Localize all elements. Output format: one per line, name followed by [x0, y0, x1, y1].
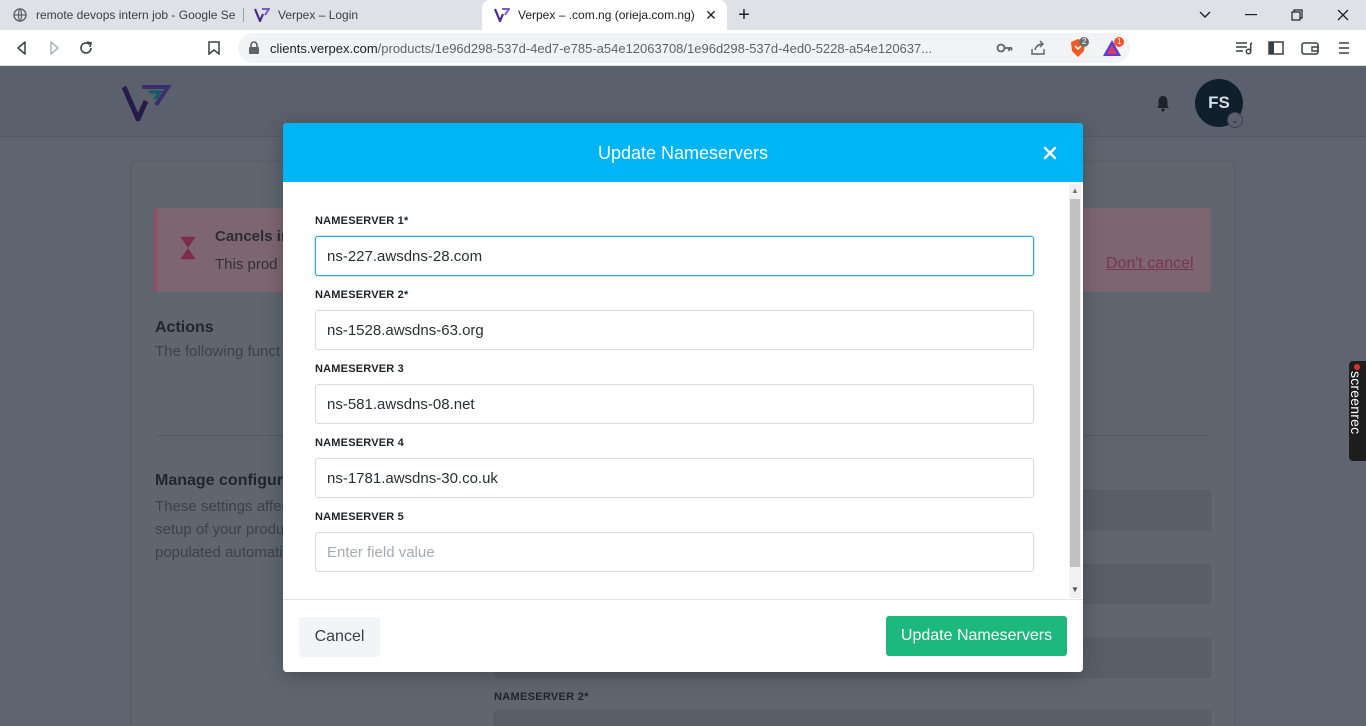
nameserver-5-input[interactable]	[315, 532, 1034, 572]
close-tab-icon[interactable]: ✕	[703, 7, 719, 23]
back-icon[interactable]	[12, 38, 32, 58]
brave-rewards-icon[interactable]: 1	[1102, 37, 1125, 62]
nameserver-5-label: NAMESERVER 5	[315, 511, 404, 523]
brave-rewards-badge: 1	[1114, 37, 1125, 47]
tab-title: Verpex – .com.ng (orieja.com.ng)	[518, 8, 695, 22]
lock-icon[interactable]	[248, 41, 262, 55]
verpex-favicon	[494, 7, 510, 23]
browser-tab-strip: remote devops intern job - Google Se Ver…	[0, 0, 1366, 30]
tab-title: Verpex – Login	[278, 8, 359, 22]
tab-title: remote devops intern job - Google Se	[36, 8, 236, 22]
modal-header: Update Nameservers	[283, 123, 1083, 182]
tab-verpex-login[interactable]: Verpex – Login	[242, 0, 482, 30]
sidebar-icon[interactable]	[1266, 38, 1286, 58]
nameserver-2-input[interactable]	[315, 310, 1034, 350]
forward-icon[interactable]	[44, 38, 64, 58]
address-bar[interactable]: clients.verpex.com/products/1e96d298-537…	[238, 33, 1130, 63]
actions-description: The following funct	[155, 343, 281, 360]
verpex-favicon	[254, 7, 270, 23]
tab-search-chevron-icon[interactable]	[1182, 0, 1228, 30]
scrollbar-thumb[interactable]	[1070, 199, 1080, 567]
banner-title: Cancels in	[215, 228, 291, 245]
verpex-logo[interactable]	[121, 83, 172, 123]
share-icon[interactable]	[1030, 40, 1046, 61]
menu-icon[interactable]	[1334, 38, 1354, 58]
background-field-label: NAMESERVER 2*	[494, 691, 589, 703]
modal-title: Update Nameservers	[597, 143, 769, 163]
bookmark-icon[interactable]	[204, 38, 224, 58]
modal-body: NAMESERVER 1* NAMESERVER 2* NAMESERVER 3…	[283, 182, 1083, 599]
key-icon[interactable]	[996, 40, 1014, 61]
url-path: /products/1e96d298-537d-4ed7-e785-a54e12…	[377, 41, 933, 56]
manage-config-description: These settings affec setup of your produ…	[155, 498, 289, 561]
browser-toolbar: clients.verpex.com/products/1e96d298-537…	[0, 30, 1366, 66]
nameserver-4-input[interactable]	[315, 458, 1034, 498]
screenrec-label: screenrec	[1348, 371, 1364, 435]
scroll-down-arrow-icon[interactable]: ▼	[1069, 584, 1081, 596]
nameserver-2-label: NAMESERVER 2*	[315, 289, 409, 301]
wallet-icon[interactable]	[1300, 38, 1320, 58]
hourglass-icon	[179, 236, 199, 260]
cancel-button[interactable]: Cancel	[299, 617, 380, 657]
modal-footer: Cancel Update Nameservers	[283, 599, 1083, 672]
reload-icon[interactable]	[76, 38, 96, 58]
close-icon[interactable]	[1040, 143, 1060, 163]
nameserver-1-input[interactable]	[315, 236, 1034, 276]
scroll-up-arrow-icon[interactable]: ▲	[1069, 185, 1081, 197]
screenrec-badge[interactable]: screenrec	[1348, 361, 1366, 461]
update-nameservers-modal: Update Nameservers NAMESERVER 1* NAMESER…	[283, 123, 1083, 672]
chevron-down-icon[interactable]: ⌄	[1227, 112, 1243, 128]
manage-config-heading: Manage configura	[155, 472, 292, 489]
playlist-icon[interactable]	[1234, 38, 1254, 58]
close-window-icon[interactable]	[1320, 0, 1366, 30]
background-field	[494, 710, 1211, 726]
nameserver-3-input[interactable]	[315, 384, 1034, 424]
globe-icon	[12, 7, 28, 23]
restore-icon[interactable]	[1274, 0, 1320, 30]
minimize-icon[interactable]	[1228, 0, 1274, 30]
record-dot-icon	[1354, 364, 1360, 370]
nameserver-3-label: NAMESERVER 3	[315, 363, 404, 375]
url-host: clients.verpex.com	[270, 41, 378, 56]
banner-text: This prod	[215, 256, 278, 273]
tab-verpex-product[interactable]: Verpex – .com.ng (orieja.com.ng) ✕	[482, 0, 727, 30]
nameserver-1-label: NAMESERVER 1*	[315, 215, 409, 227]
url-text: clients.verpex.com/products/1e96d298-537…	[270, 41, 990, 56]
nameserver-4-label: NAMESERVER 4	[315, 437, 404, 449]
actions-heading: Actions	[155, 319, 214, 336]
dont-cancel-link[interactable]: Don't cancel	[1106, 255, 1194, 273]
brave-shields-icon[interactable]: 2	[1068, 37, 1090, 63]
tab-google-search[interactable]: remote devops intern job - Google Se	[0, 0, 240, 30]
update-nameservers-button[interactable]: Update Nameservers	[886, 616, 1067, 656]
notification-bell-icon[interactable]	[1154, 94, 1172, 112]
new-tab-button[interactable]: +	[733, 4, 755, 26]
